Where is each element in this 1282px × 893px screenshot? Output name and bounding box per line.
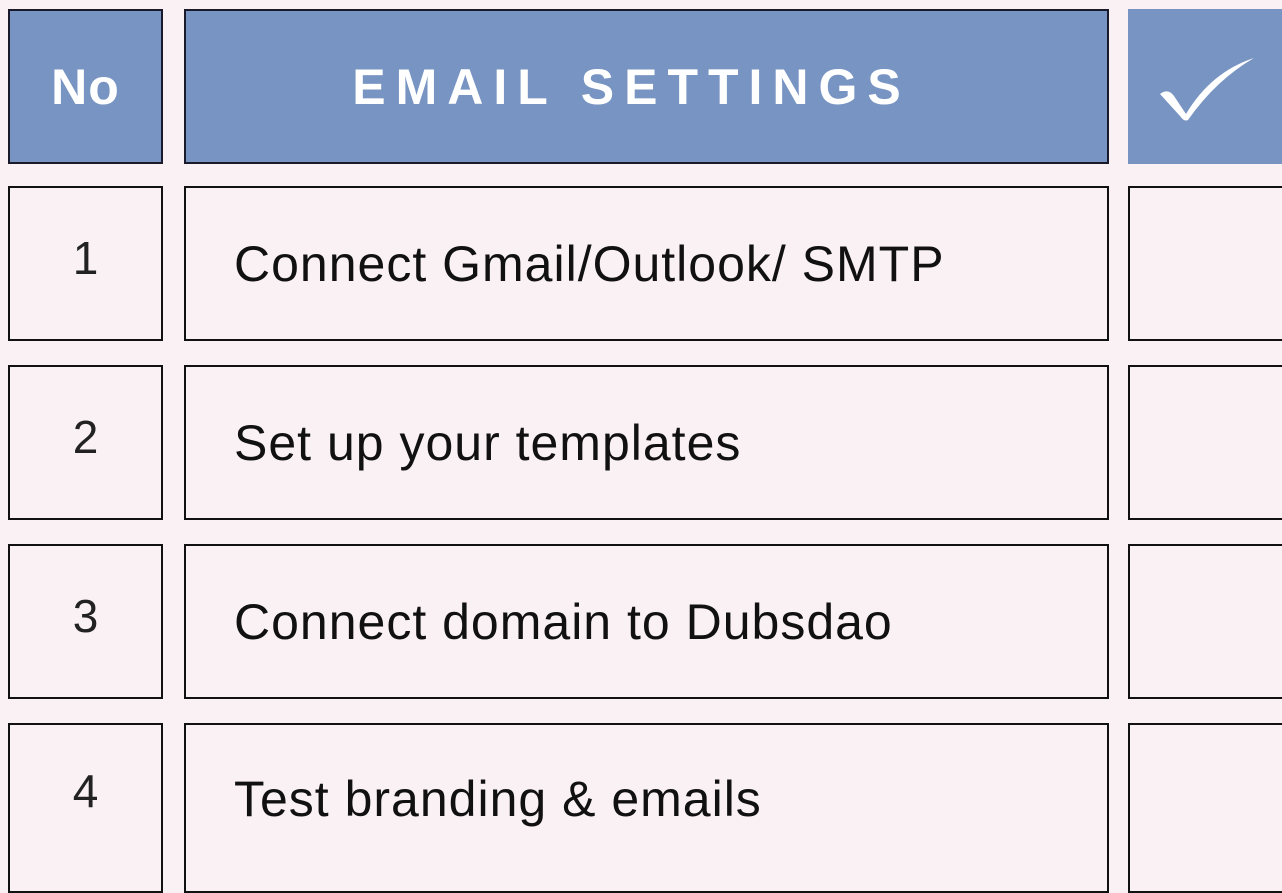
page-title: EMAIL SETTINGS [352, 58, 911, 115]
task-checkbox[interactable] [1128, 544, 1282, 699]
table-row: Test branding & emails [184, 723, 1109, 893]
row-number: 3 [8, 544, 163, 699]
task-label: Test branding & emails [234, 771, 762, 827]
task-label: Connect Gmail/Outlook/ SMTP [234, 235, 945, 292]
row-number-label: 4 [72, 765, 99, 817]
table-row: Connect domain to Dubsdao [184, 544, 1109, 699]
header-title-cell: EMAIL SETTINGS [184, 9, 1109, 164]
task-checkbox[interactable] [1128, 723, 1282, 893]
task-checkbox[interactable] [1128, 365, 1282, 520]
header-no-label: No [51, 58, 120, 115]
row-number: 2 [8, 365, 163, 520]
row-number: 4 [8, 723, 163, 893]
header-no-cell: No [8, 9, 163, 164]
task-checkbox[interactable] [1128, 186, 1282, 341]
row-number: 1 [8, 186, 163, 341]
task-label: Connect domain to Dubsdao [234, 593, 893, 650]
header-check-cell [1128, 9, 1282, 164]
checkmark-icon [1160, 57, 1254, 120]
row-number-label: 3 [72, 589, 99, 642]
row-number-label: 1 [72, 231, 99, 284]
table-row: Set up your templates [184, 365, 1109, 520]
row-number-label: 2 [72, 410, 99, 463]
table-row: Connect Gmail/Outlook/ SMTP [184, 186, 1109, 341]
task-label: Set up your templates [234, 414, 742, 471]
